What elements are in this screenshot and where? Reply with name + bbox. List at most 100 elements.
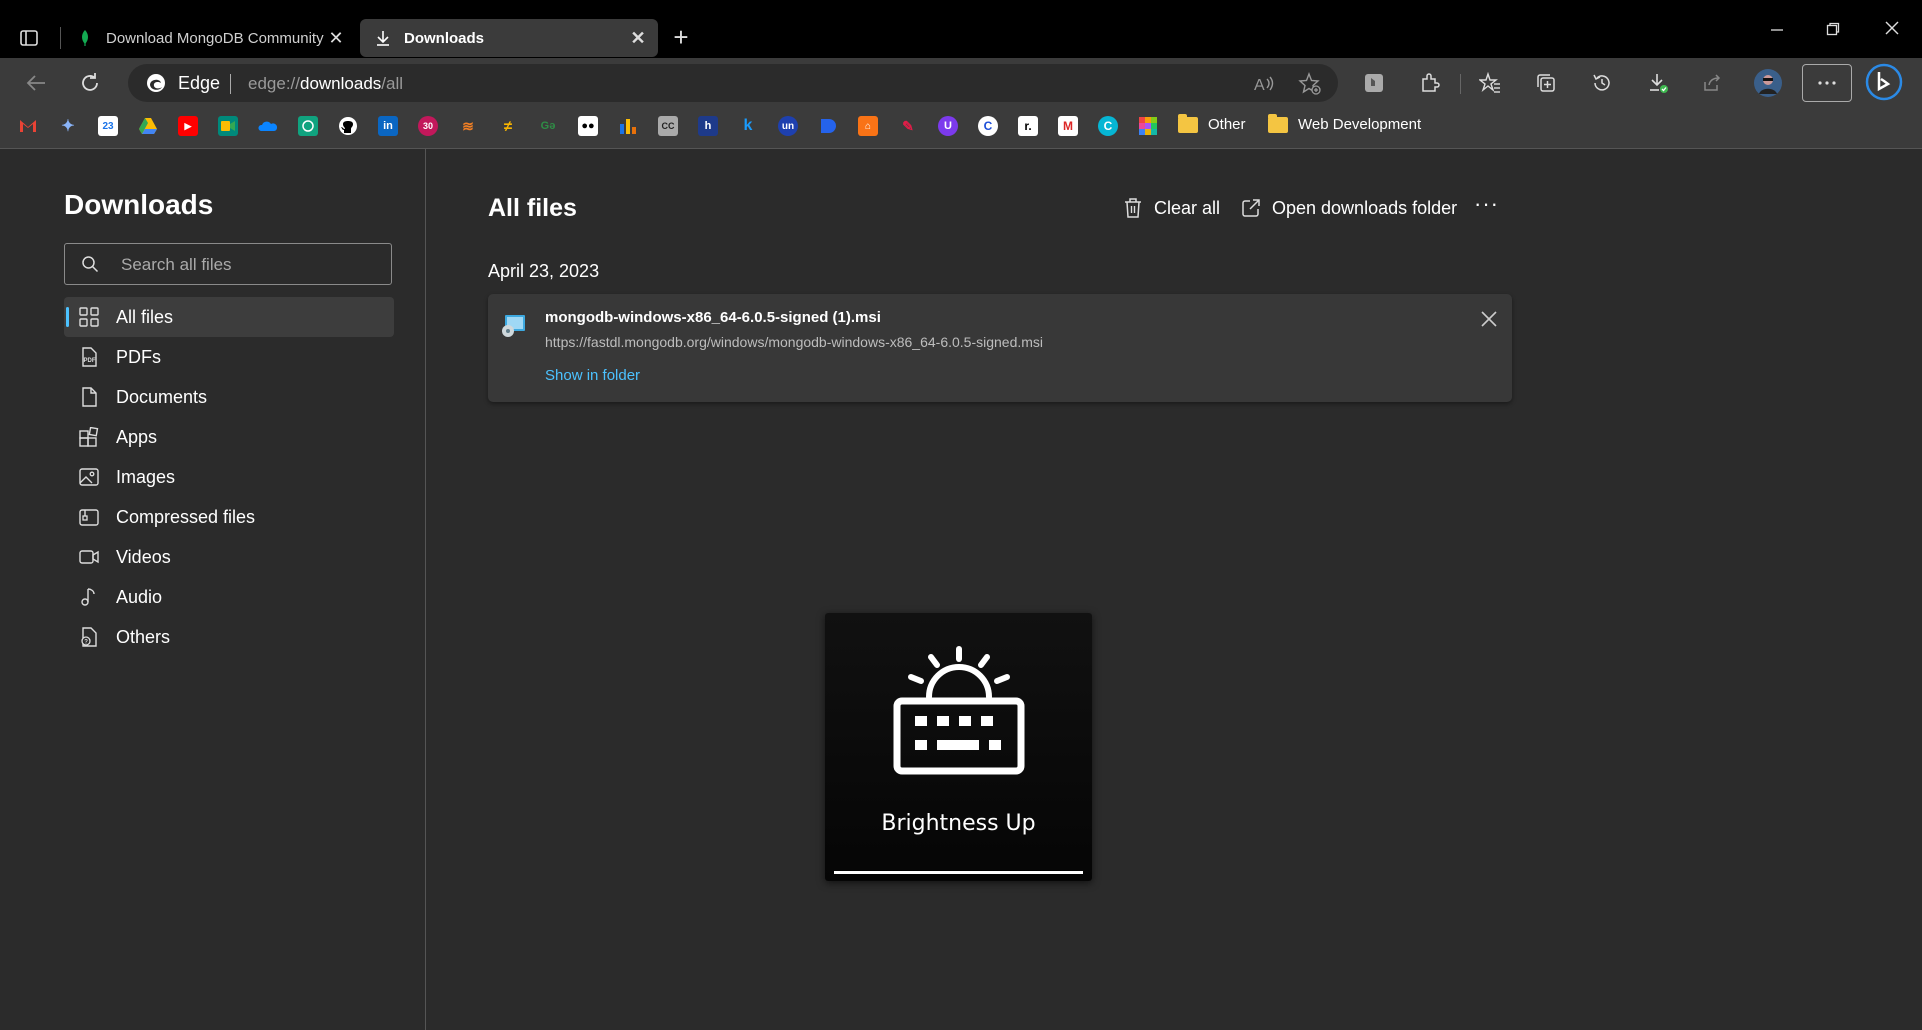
tab-separator [60, 27, 61, 49]
gmail-icon[interactable] [18, 116, 38, 136]
more-options-button[interactable]: ··· [1474, 191, 1499, 217]
back-button[interactable] [20, 67, 52, 99]
installer-file-icon [500, 312, 528, 340]
open-downloads-folder-button[interactable]: Open downloads folder [1240, 197, 1457, 219]
geeksforgeeks-icon[interactable]: Gǝ [538, 116, 558, 136]
hackerrank-icon[interactable]: ≠ [498, 116, 518, 136]
add-favorite-icon[interactable] [1298, 72, 1322, 96]
sidebar-item-label: PDFs [116, 346, 161, 367]
tab-downloads[interactable]: Downloads ✕ [360, 19, 658, 57]
stackoverflow-icon[interactable]: ≋ [458, 116, 478, 136]
sidebar-item-documents[interactable]: Documents [64, 377, 394, 417]
grid-icon [78, 306, 100, 328]
browser-label: Edge [178, 73, 221, 93]
minimize-button[interactable] [1757, 20, 1797, 46]
sidebar-item-all-files[interactable]: All files [64, 297, 394, 337]
sidebar-item-images[interactable]: Images [64, 457, 394, 497]
sidebar-item-audio[interactable]: Audio [64, 577, 394, 617]
chatgpt-icon[interactable] [298, 116, 318, 136]
read-aloud-icon[interactable]: A [1252, 72, 1276, 96]
search-input[interactable] [119, 252, 383, 278]
url-text[interactable]: edge://downloads/all [248, 74, 403, 94]
downloads-main: All files Clear all Open downloads folde… [426, 149, 1922, 1030]
document-icon [78, 386, 100, 408]
bookmark-folder-other[interactable]: Other [1178, 113, 1246, 133]
calendar-icon[interactable]: 23 [98, 116, 118, 136]
sidebar-item-videos[interactable]: Videos [64, 537, 394, 577]
bookmark-c-icon[interactable]: C [978, 116, 998, 136]
bing-chat-icon[interactable] [1864, 62, 1904, 102]
extensions-icon[interactable] [1414, 67, 1446, 99]
sidebar-item-others[interactable]: ? Others [64, 617, 394, 657]
profile-avatar[interactable] [1752, 67, 1784, 99]
bookmark-d-icon[interactable] [818, 116, 838, 136]
downloads-sidebar: Downloads All files PDF PDFs Documents A… [0, 149, 426, 1030]
restore-button[interactable] [1813, 20, 1853, 46]
svg-text:?: ? [84, 640, 88, 646]
share-icon[interactable] [1696, 67, 1728, 99]
downloads-toolbar-icon[interactable] [1642, 67, 1674, 99]
tab-mongodb[interactable]: Download MongoDB Community ✕ [62, 19, 356, 57]
linkedin-icon[interactable]: in [378, 116, 398, 136]
download-item[interactable]: mongodb-windows-x86_64-6.0.5-signed (1).… [488, 294, 1512, 402]
clear-all-button[interactable]: Clear all [1122, 197, 1220, 219]
bookmark-orange-icon[interactable]: ⌂ [858, 116, 878, 136]
keyboard-brightness-icon [891, 645, 1027, 775]
others-icon: ? [78, 626, 100, 648]
ruler-icon[interactable]: ✎ [898, 116, 918, 136]
settings-more-button[interactable] [1802, 64, 1852, 102]
sidebar-item-compressed-files[interactable]: Compressed files [64, 497, 394, 537]
favorites-icon[interactable] [1474, 67, 1506, 99]
download-url[interactable]: https://fastdl.mongodb.org/windows/mongo… [545, 334, 1043, 350]
drive-icon[interactable] [138, 116, 158, 136]
onedrive-icon[interactable] [258, 116, 278, 136]
medium-icon[interactable]: ●● [578, 116, 598, 136]
youtube-icon[interactable]: ▶ [178, 116, 198, 136]
page-title: All files [488, 194, 577, 222]
image-icon [78, 466, 100, 488]
download-icon [374, 29, 392, 47]
tab-actions-icon[interactable] [18, 27, 40, 49]
bookmark-m-icon[interactable]: M [1058, 116, 1078, 136]
sidebar-item-label: Videos [116, 546, 171, 567]
bookmark-folder-web-development[interactable]: Web Development [1268, 113, 1421, 133]
address-bar[interactable]: Edge edge://downloads/all A [128, 64, 1338, 102]
show-in-folder-link[interactable]: Show in folder [545, 367, 640, 384]
k-site-icon[interactable]: k [738, 116, 758, 136]
address-separator [230, 74, 231, 94]
download-filename[interactable]: mongodb-windows-x86_64-6.0.5-signed (1).… [545, 309, 881, 326]
collections-icon[interactable] [1530, 67, 1562, 99]
brightness-osd: Brightness Up [825, 613, 1092, 881]
analytics-icon[interactable] [618, 116, 638, 136]
profile-extension-icon[interactable] [1358, 67, 1390, 99]
sidebar-title: Downloads [64, 189, 214, 220]
close-window-button[interactable] [1872, 20, 1912, 46]
history-icon[interactable] [1586, 67, 1618, 99]
color-grid-icon[interactable] [1138, 116, 1158, 136]
sidebar-item-apps[interactable]: Apps [64, 417, 394, 457]
mongodb-leaf-icon [76, 29, 94, 47]
close-tab-icon[interactable]: ✕ [324, 26, 348, 50]
sidebar-item-label: All files [116, 306, 174, 327]
meet-icon[interactable] [218, 116, 238, 136]
svg-text:A: A [1254, 77, 1265, 94]
unacademy-icon[interactable]: un [778, 116, 798, 136]
refresh-button[interactable] [74, 67, 106, 99]
new-tab-button[interactable]: + [668, 24, 694, 51]
sidebar-item-label: Others [116, 626, 171, 647]
bookmark-u-icon[interactable]: U [938, 116, 958, 136]
remove-download-icon[interactable] [1478, 308, 1500, 330]
canva-icon[interactable]: C [1098, 116, 1118, 136]
osd-label: Brightness Up [881, 811, 1036, 836]
search-box[interactable] [64, 243, 392, 285]
hashnode-icon[interactable]: h [698, 116, 718, 136]
brightness-level-fill [834, 871, 1083, 874]
github-icon[interactable] [338, 116, 358, 136]
sidebar-item-pdfs[interactable]: PDF PDFs [64, 337, 394, 377]
bookmarks-bar: ✦ 23 ▶ in 30 ≋ ≠ Gǝ ●● CC h k un ⌂ ✎ U C… [0, 108, 1922, 149]
gemini-icon[interactable]: ✦ [58, 116, 78, 136]
bookmark-r-icon[interactable]: r. [1018, 116, 1038, 136]
close-tab-icon[interactable]: ✕ [626, 26, 650, 50]
codechef-icon[interactable]: CC [658, 116, 678, 136]
30-days-icon[interactable]: 30 [418, 116, 438, 136]
